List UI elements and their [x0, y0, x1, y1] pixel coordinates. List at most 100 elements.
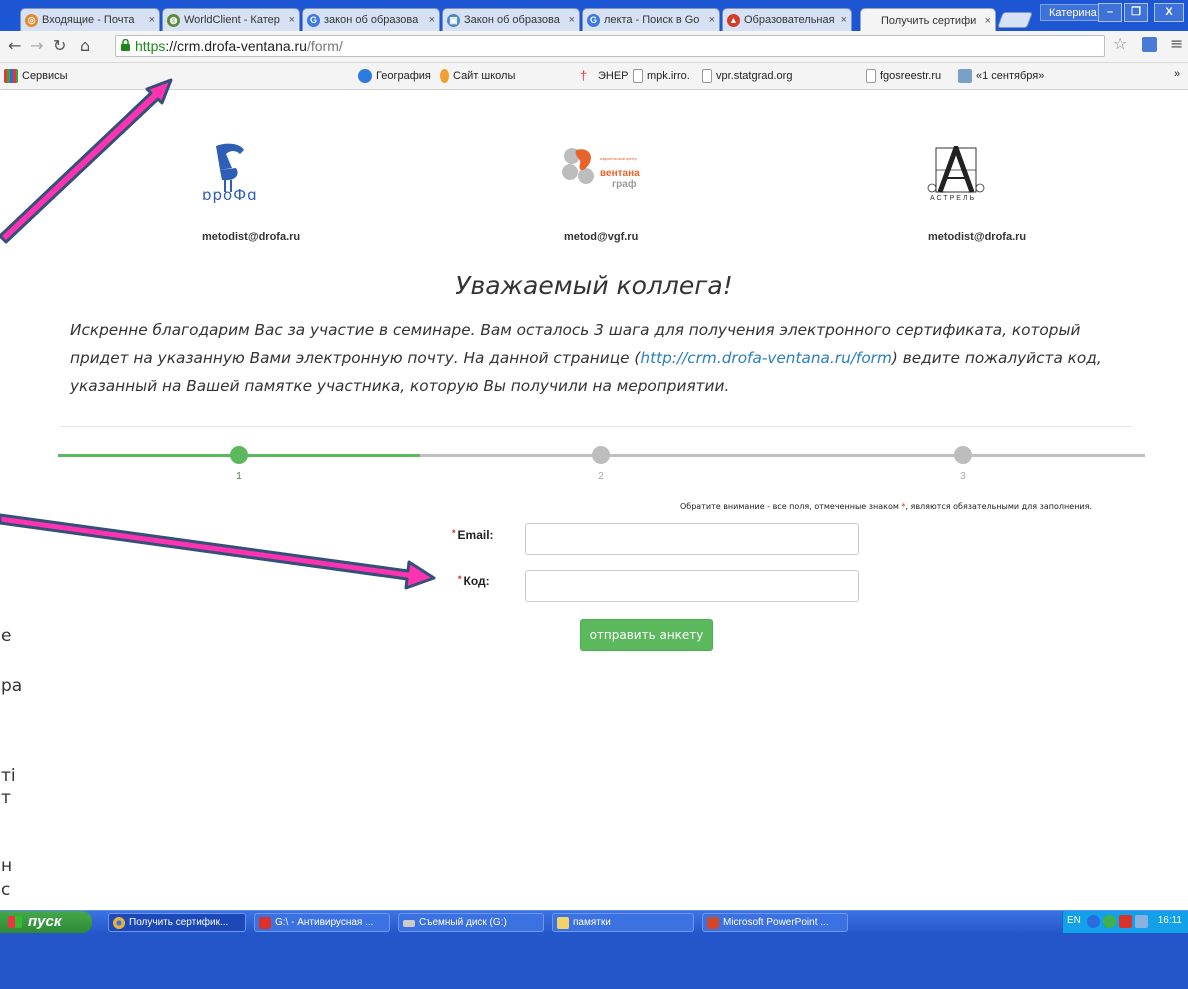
ventana-email: metod@vgf.ru — [564, 231, 639, 243]
network-icon[interactable] — [1135, 915, 1148, 928]
page-title: Уважаемый коллега! — [455, 271, 733, 300]
url-text: https://crm.drofa-ventana.ru/form/ — [135, 38, 343, 54]
drofa-wordmark: ɒроФɑ — [202, 186, 258, 204]
step-track — [420, 454, 1145, 457]
intro-paragraph: Искренне благодарим Вас за участие в сем… — [70, 321, 1102, 395]
google-icon: G — [587, 13, 600, 27]
cropped-text-fragment: н — [1, 856, 13, 876]
back-icon[interactable]: ← — [8, 36, 21, 55]
submit-button[interactable]: отправить анкету — [580, 619, 713, 651]
menu-icon[interactable]: ≡ — [1170, 34, 1183, 53]
september-icon — [958, 69, 972, 83]
tab-google-lecture[interactable]: G лекта - Поиск в Go × — [582, 8, 720, 31]
ventana-wordmark: вентана — [600, 168, 640, 179]
taskbar-item-powerpoint[interactable]: Microsoft PowerPoint ... — [702, 913, 848, 932]
clock: 16:11 — [1157, 915, 1182, 926]
bookmark-mpk[interactable]: mpk.irro. — [633, 69, 690, 83]
minimize-button[interactable]: – — [1098, 3, 1122, 22]
cropped-text-fragment: т — [1, 788, 11, 808]
step-2-label: 2 — [598, 471, 604, 482]
astrel-wordmark: АСТРЕЛЬ — [930, 195, 977, 202]
reload-icon[interactable]: ↻ — [53, 36, 66, 55]
folder-icon — [557, 917, 569, 929]
bookmark-apps[interactable]: Сервисы — [4, 69, 68, 83]
language-indicator[interactable]: EN — [1067, 915, 1081, 926]
email-input[interactable] — [525, 523, 859, 555]
globe-icon: ◍ — [167, 13, 180, 27]
step-3-dot — [954, 446, 972, 464]
forward-icon[interactable]: → — [30, 36, 43, 55]
drofa-logo[interactable]: ɒроФɑ — [196, 140, 266, 210]
tab-law-document[interactable]: ▣ Закон об образова × — [442, 8, 580, 31]
bookmark-1-september[interactable]: «1 сентября» — [958, 69, 1044, 83]
tab-educational[interactable]: ▲ Образовательная × — [722, 8, 852, 31]
home-icon[interactable]: ⌂ — [80, 36, 90, 55]
address-bar[interactable]: https://crm.drofa-ventana.ru/form/ — [115, 35, 1105, 57]
browser-tab-strip: ◎ Входящие - Почта × ◍ WorldClient - Кат… — [0, 0, 1188, 32]
mail-icon: ◎ — [25, 13, 38, 27]
tab-close-icon[interactable]: × — [149, 14, 155, 26]
bookmark-school-site[interactable]: Сайт школы — [440, 69, 515, 83]
extension-icon[interactable] — [1142, 37, 1157, 52]
tab-close-icon[interactable]: × — [709, 14, 715, 26]
cropped-text-fragment: ра — [1, 676, 23, 696]
bookmark-statgrad[interactable]: vpr.statgrad.org — [702, 69, 792, 83]
antivirus-tray-icon[interactable] — [1119, 915, 1132, 928]
profile-button[interactable]: Катерина — [1040, 4, 1106, 21]
required-fields-notice: Обратите внимание - все поля, отмеченные… — [680, 502, 1092, 511]
astrel-letter-a-icon — [927, 140, 985, 193]
page-icon — [702, 69, 712, 83]
divider — [60, 426, 1132, 427]
tab-close-icon[interactable]: × — [289, 14, 295, 26]
bookmark-ener[interactable]: † ЭНЕР — [580, 69, 629, 83]
maximize-button[interactable]: ❐ — [1124, 3, 1148, 22]
astrel-logo[interactable]: АСТРЕЛЬ — [926, 140, 988, 206]
step-3-label: 3 — [960, 471, 966, 482]
start-button[interactable]: пуск — [0, 911, 92, 933]
taskbar-item-folder[interactable]: памятки — [552, 913, 694, 932]
web-page: ɒроФɑ metodist@drofa.ru издательский цен… — [0, 90, 1188, 910]
browser-toolbar: ← → ↻ ⌂ https://crm.drofa-ventana.ru/for… — [0, 31, 1188, 63]
lock-icon — [121, 39, 130, 51]
ventana-graf-logo[interactable]: издательский центр вентана граф — [560, 146, 650, 206]
close-window-button[interactable]: X — [1154, 3, 1184, 22]
cropped-text-fragment: с — [1, 880, 11, 900]
powerpoint-icon — [707, 917, 719, 929]
bookmark-star-icon[interactable]: ☆ — [1113, 34, 1127, 53]
google-icon: G — [307, 13, 320, 27]
astrel-email: metodist@drofa.ru — [928, 231, 1027, 243]
step-2-dot — [592, 446, 610, 464]
system-tray: EN 16:11 — [1062, 911, 1188, 933]
geography-icon — [358, 69, 372, 83]
code-input[interactable] — [525, 570, 859, 602]
cropped-text-fragment: е — [1, 626, 12, 646]
cropped-text-fragment: ті — [1, 766, 16, 786]
tab-close-icon[interactable]: × — [429, 14, 435, 26]
new-tab-button[interactable] — [997, 12, 1033, 28]
taskbar-item-antivirus[interactable]: G:\ - Антивирусная ... — [254, 913, 390, 932]
bookmark-fgosreestr[interactable]: fgosreestr.ru — [866, 69, 941, 83]
form-link[interactable]: http://crm.drofa-ventana.ru/form — [640, 349, 892, 367]
drofa-email: metodist@drofa.ru — [202, 231, 301, 243]
tray-app-icon[interactable] — [1103, 915, 1116, 928]
code-label: * Код: — [458, 574, 490, 588]
ener-icon: † — [580, 68, 588, 83]
taskbar-item-chrome[interactable]: Получить сертифик... — [108, 913, 246, 932]
taskbar-item-drive[interactable]: Съемный диск (G:) — [398, 913, 544, 932]
windows-taskbar: пуск Получить сертифик... G:\ - Антивиру… — [0, 910, 1188, 989]
email-label: * Email: — [452, 528, 494, 542]
tab-close-icon[interactable]: × — [569, 14, 575, 26]
bookmark-geography[interactable]: География — [358, 69, 431, 83]
school-icon — [440, 69, 449, 83]
tab-google-search[interactable]: G закон об образова × — [302, 8, 440, 31]
tab-close-icon[interactable]: × — [985, 15, 991, 27]
tab-close-icon[interactable]: × — [841, 14, 847, 26]
tab-worldclient[interactable]: ◍ WorldClient - Катер × — [162, 8, 300, 31]
step-1-label: 1 — [236, 471, 242, 482]
tray-app-icon[interactable] — [1087, 915, 1100, 928]
tab-get-certificate[interactable]: Получить сертифи × — [860, 8, 996, 32]
ventana-flower-icon — [562, 148, 594, 184]
bookmarks-overflow[interactable]: » — [1174, 68, 1180, 80]
book-icon: ▣ — [447, 13, 460, 27]
tab-mail[interactable]: ◎ Входящие - Почта × — [20, 8, 160, 31]
